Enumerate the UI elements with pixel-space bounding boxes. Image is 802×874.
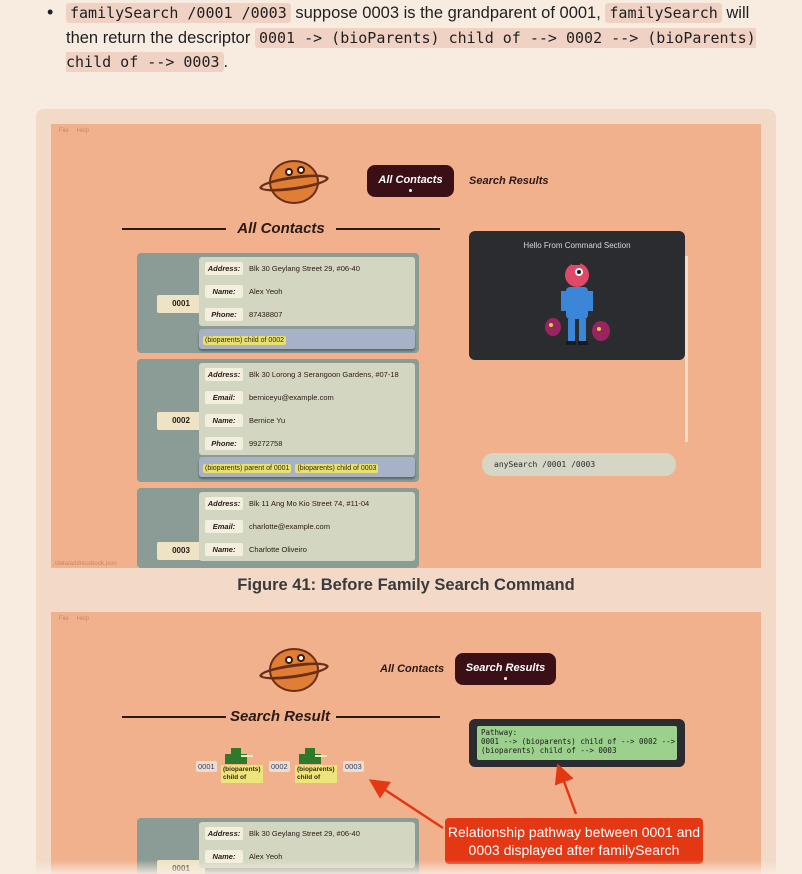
field-row: Address: Blk 11 Ang Mo Kio Street 74, #11…	[199, 492, 415, 515]
command-hello-text: Hello From Command Section	[523, 241, 631, 250]
field-label: Phone:	[205, 308, 243, 321]
field-label: Address:	[205, 827, 243, 840]
screenshot-after: File Help All Contacts Search Results Sea…	[51, 612, 761, 874]
relationship-bar: (bioparents) child of 0002	[199, 329, 415, 349]
contact-id: 0003	[157, 542, 205, 560]
inline-code-family-search: familySearch /0001 /0003	[66, 3, 291, 23]
field-value: 87438807	[249, 310, 283, 319]
figure-caption: Figure 41: Before Family Search Command	[237, 576, 575, 594]
field-row: Name: Alex Yeoh	[199, 280, 415, 303]
field-label: Address:	[205, 262, 243, 275]
field-label: Name:	[205, 543, 243, 556]
inline-code-command: familySearch	[605, 3, 722, 23]
bullet-dot: •	[47, 2, 54, 22]
footer-path: ./data/addressbook.json	[53, 561, 117, 567]
callout-box: Relationship pathway between 0001 and 00…	[445, 818, 703, 864]
bullet-paragraph: • familySearch /0001 /0003 suppose 0003 …	[44, 0, 774, 75]
field-value: charlotte@example.com	[249, 522, 330, 531]
field-row: Phone: 87438807	[199, 303, 415, 326]
active-dot-icon	[409, 189, 412, 192]
field-label: Email:	[205, 520, 243, 533]
command-input[interactable]: anySearch /0001 /0003	[482, 453, 676, 476]
field-row: Name: Charlotte Oliveiro	[199, 538, 415, 561]
planet-logo-icon	[258, 154, 330, 204]
screenshot-before: File Help All Contacts Search Results All…	[51, 124, 761, 568]
title-rule-right	[336, 228, 440, 230]
field-row: Address: Blk 30 Geylang Street 29, #06-40	[199, 257, 415, 280]
contact-fields: Address: Blk 11 Ang Mo Kio Street 74, #11…	[199, 492, 415, 561]
field-row: Address: Blk 30 Lorong 3 Serangoon Garden…	[199, 363, 415, 386]
menu-help[interactable]: Help	[77, 128, 89, 134]
menu-file[interactable]: File	[59, 128, 69, 134]
contact-card[interactable]: 0001 Address: Blk 30 Geylang Street 29, #…	[137, 253, 419, 353]
field-label: Name:	[205, 285, 243, 298]
section-title: All Contacts	[237, 220, 325, 237]
field-value: Blk 30 Geylang Street 29, #06-40	[249, 829, 360, 838]
field-value: 99272758	[249, 439, 283, 448]
relationship-tag: (bioparents) child of 0002	[203, 336, 286, 345]
tab-all-contacts-label: All Contacts	[378, 174, 443, 186]
tab-all-contacts[interactable]: All Contacts	[367, 165, 454, 197]
contact-card[interactable]: 0002 Address: Blk 30 Lorong 3 Serangoon G…	[137, 359, 419, 482]
bottom-fade	[0, 860, 802, 874]
title-rule-left	[122, 228, 226, 230]
contact-id: 0001	[157, 295, 205, 313]
relationship-bar: (bioparents) parent of 0001 (bioparents) …	[199, 457, 415, 477]
field-row: Name: Bernice Yu	[199, 409, 415, 432]
relationship-tag: (bioparents) child of 0003	[295, 464, 379, 473]
field-value: Blk 11 Ang Mo Kio Street 74, #11-04	[249, 499, 370, 508]
field-row: Email: charlotte@example.com	[199, 515, 415, 538]
bullet-text-part: .	[223, 53, 229, 71]
field-value: berniceyu@example.com	[249, 393, 334, 402]
relationship-tag: (bioparents) parent of 0001	[203, 464, 292, 473]
contact-card[interactable]: 0003 Address: Blk 11 Ang Mo Kio Street 74…	[137, 488, 419, 568]
menu-bar: File Help	[59, 128, 97, 134]
field-label: Email:	[205, 391, 243, 404]
field-value: Blk 30 Lorong 3 Serangoon Gardens, #07-1…	[249, 370, 399, 379]
field-value: Blk 30 Geylang Street 29, #06-40	[249, 264, 360, 273]
field-value: Alex Yeoh	[249, 287, 283, 296]
field-label: Name:	[205, 414, 243, 427]
scrollbar[interactable]	[685, 256, 688, 442]
contact-fields: Address: Blk 30 Geylang Street 29, #06-40…	[199, 257, 415, 326]
field-label: Address:	[205, 368, 243, 381]
contact-id: 0002	[157, 412, 205, 430]
command-panel: Hello From Command Section	[469, 231, 685, 360]
field-row: Phone: 99272758	[199, 432, 415, 455]
field-label: Address:	[205, 497, 243, 510]
field-row: Email: berniceyu@example.com	[199, 386, 415, 409]
bullet-text-part: suppose 0003 is the grandparent of 0001,	[290, 4, 606, 22]
bullet-text: familySearch /0001 /0003 suppose 0003 is…	[66, 0, 774, 75]
mascot-icon	[545, 261, 610, 345]
field-row: Address: Blk 30 Geylang Street 29, #06-40	[199, 822, 415, 845]
field-value: Charlotte Oliveiro	[249, 545, 307, 554]
tab-search-results[interactable]: Search Results	[469, 175, 548, 187]
field-label: Phone:	[205, 437, 243, 450]
field-value: Bernice Yu	[249, 416, 286, 425]
contact-fields: Address: Blk 30 Lorong 3 Serangoon Garden…	[199, 363, 415, 455]
